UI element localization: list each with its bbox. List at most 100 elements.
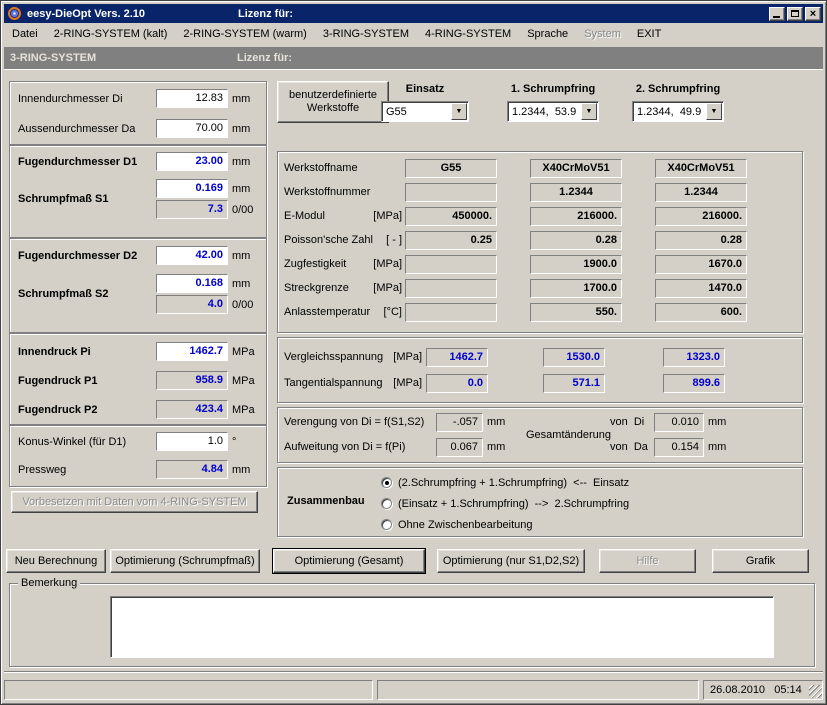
- emodul-unit: [MPa]: [372, 210, 402, 222]
- ring1-header: 1. Schrumpfring: [507, 83, 599, 95]
- ring2-select[interactable]: 1.2344, 49.9 ▼: [632, 101, 724, 122]
- aufweitung-field: 0.067: [436, 438, 483, 457]
- d2-input[interactable]: 42.00: [156, 246, 228, 265]
- anlasstemperatur-ring2: 600.: [655, 303, 747, 322]
- vergleichsspannung-ring2: 1323.0: [663, 348, 725, 367]
- einsatz-select[interactable]: G55 ▼: [381, 101, 469, 122]
- table-row: Anlasstemperatur [°C] 550. 600.: [278, 300, 802, 324]
- poisson-label: Poisson'sche Zahl: [284, 234, 372, 246]
- menu-2ring-warm[interactable]: 2-RING-SYSTEM (warm): [175, 26, 314, 42]
- anlasstemperatur-ring1: 550.: [530, 303, 622, 322]
- streckgrenze-ring1: 1700.0: [530, 279, 622, 298]
- vergleichsspannung-ring1: 1530.0: [543, 348, 605, 367]
- einsatz-header: Einsatz: [381, 83, 469, 95]
- menu-sprache[interactable]: Sprache: [519, 26, 576, 42]
- menu-3ring[interactable]: 3-RING-SYSTEM: [315, 26, 417, 42]
- emodul-label: E-Modul: [284, 210, 372, 222]
- poisson-ring2: 0.28: [655, 231, 747, 250]
- remark-textarea[interactable]: [110, 596, 774, 658]
- assembly-option-3[interactable]: Ohne Zwischenbearbeitung: [381, 514, 629, 535]
- ring1-dropdown-icon[interactable]: ▼: [581, 103, 597, 120]
- anlasstemperatur-label: Anlasstemperatur: [284, 306, 372, 318]
- s1-permille-field: 7.3: [156, 200, 228, 219]
- emodul-einsatz: 450000.: [405, 207, 497, 226]
- poisson-ring1: 0.28: [530, 231, 622, 250]
- tangentialspannung-ring2: 899.6: [663, 374, 725, 393]
- app-window: eesy-DieOpt Vers. 2.10 Lizenz für: × Dat…: [0, 0, 827, 705]
- streckgrenze-ring2: 1470.0: [655, 279, 747, 298]
- zugfestigkeit-ring2: 1670.0: [655, 255, 747, 274]
- assembly-option-2-label: (Einsatz + 1.Schrumpfring) --> 2.Schrump…: [398, 498, 629, 510]
- menu-4ring[interactable]: 4-RING-SYSTEM: [417, 26, 519, 42]
- anlasstemperatur-unit: [°C]: [372, 306, 402, 318]
- s1-label: Schrumpfmaß S1: [18, 193, 156, 205]
- pi-input[interactable]: 1462.7: [156, 342, 228, 361]
- p2-label: Fugendruck P2: [18, 404, 156, 416]
- resize-grip[interactable]: [809, 685, 822, 698]
- menu-system: System: [576, 26, 629, 42]
- table-row: E-Modul [MPa] 450000. 216000. 216000.: [278, 204, 802, 228]
- da-label: Aussendurchmesser Da: [18, 123, 156, 135]
- konus-input[interactable]: 1.0: [156, 432, 228, 451]
- assembly-option-1[interactable]: (2.Schrumpfring + 1.Schrumpfring) <-- Ei…: [381, 472, 629, 493]
- menu-datei[interactable]: Datei: [4, 26, 46, 42]
- verengung-field: -.057: [436, 413, 483, 432]
- grafik-button[interactable]: Grafik: [712, 549, 809, 573]
- di-label: Innendurchmesser Di: [18, 93, 156, 105]
- zugfestigkeit-unit: [MPa]: [372, 258, 402, 270]
- einsatz-dropdown-icon[interactable]: ▼: [451, 103, 467, 120]
- gesamt-di-field: 0.010: [654, 413, 704, 432]
- menu-2ring-kalt[interactable]: 2-RING-SYSTEM (kalt): [46, 26, 176, 42]
- tangentialspannung-label: Tangentialspannung: [284, 377, 388, 389]
- assembly-option-3-label: Ohne Zwischenbearbeitung: [398, 519, 533, 531]
- remark-group: Bemerkung: [9, 583, 815, 667]
- poisson-einsatz: 0.25: [405, 231, 497, 250]
- menu-exit[interactable]: EXIT: [629, 26, 669, 42]
- optimierung-gesamt-button[interactable]: Optimierung (Gesamt): [273, 549, 425, 573]
- d1-label: Fugendurchmesser D1: [18, 156, 156, 168]
- d1-unit: mm: [232, 156, 260, 168]
- radio-icon[interactable]: [381, 498, 392, 509]
- werkstoffnummer-label: Werkstoffnummer: [284, 186, 372, 198]
- window-title: eesy-DieOpt Vers. 2.10: [27, 8, 145, 20]
- streckgrenze-unit: [MPa]: [372, 282, 402, 294]
- subwindow-license-label: Lizenz für:: [237, 52, 292, 64]
- maximize-button[interactable]: [787, 7, 803, 21]
- pressweg-label: Pressweg: [18, 464, 156, 476]
- app-icon[interactable]: [8, 7, 21, 20]
- table-row: Streckgrenze [MPa] 1700.0 1470.0: [278, 276, 802, 300]
- custom-materials-button[interactable]: benutzerdefinierte Werkstoffe: [277, 81, 389, 123]
- neu-berechnung-button[interactable]: Neu Berechnung: [6, 549, 106, 573]
- ring2-dropdown-icon[interactable]: ▼: [706, 103, 722, 120]
- aufweitung-unit: mm: [487, 441, 505, 453]
- d2-unit: mm: [232, 250, 260, 262]
- radio-icon[interactable]: [381, 519, 392, 530]
- deformation-group: Verengung von Di = f(S1,S2) -.057 mm Auf…: [277, 407, 803, 463]
- s2-input[interactable]: 0.168: [156, 274, 228, 293]
- emodul-ring2: 216000.: [655, 207, 747, 226]
- optimierung-schrumpfmass-button[interactable]: Optimierung (Schrumpfmaß): [110, 549, 260, 573]
- optimierung-s1d2s2-button[interactable]: Optimierung (nur S1,D2,S2): [437, 549, 585, 573]
- werkstoffnummer-einsatz: [405, 183, 497, 202]
- radio-icon[interactable]: [381, 477, 392, 488]
- statusbar: 26.08.2010 05:14: [4, 677, 823, 701]
- assembly-option-2[interactable]: (Einsatz + 1.Schrumpfring) --> 2.Schrump…: [381, 493, 629, 514]
- d1-input[interactable]: 23.00: [156, 152, 228, 171]
- di-input[interactable]: 12.83: [156, 89, 228, 108]
- poisson-unit: [ - ]: [372, 234, 402, 246]
- gesamt-da-field: 0.154: [654, 438, 704, 457]
- menubar: Datei 2-RING-SYSTEM (kalt) 2-RING-SYSTEM…: [4, 23, 823, 45]
- p1-unit: MPa: [232, 375, 260, 387]
- da-input[interactable]: 70.00: [156, 119, 228, 138]
- d2-label: Fugendurchmesser D2: [18, 250, 156, 262]
- s1-input[interactable]: 0.169: [156, 179, 228, 198]
- close-button[interactable]: ×: [805, 7, 821, 21]
- werkstoffname-label: Werkstoffname: [284, 162, 372, 174]
- konus-label: Konus-Winkel (für D1): [18, 436, 156, 448]
- da-unit: mm: [232, 123, 260, 135]
- minimize-button[interactable]: [769, 7, 785, 21]
- werkstoffnummer-ring1: 1.2344: [530, 183, 622, 202]
- diameter-group: Innendurchmesser Di 12.83 mm Aussendurch…: [9, 81, 267, 145]
- gesamt-da-label: von Da: [610, 441, 654, 453]
- ring1-select[interactable]: 1.2344, 53.9 ▼: [507, 101, 599, 122]
